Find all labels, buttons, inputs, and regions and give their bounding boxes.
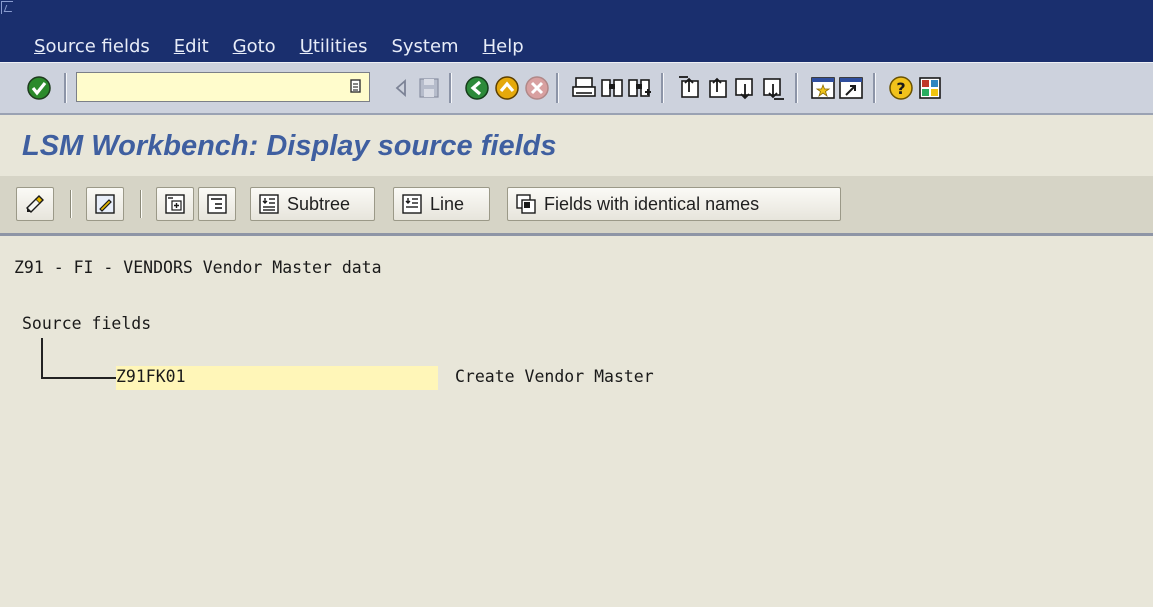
toolbar-separator <box>795 73 798 103</box>
toolbar-separator <box>70 190 72 218</box>
layout-menu-icon[interactable] <box>917 75 943 101</box>
help-icon[interactable]: ? <box>888 75 914 101</box>
collapse-button[interactable] <box>198 187 236 221</box>
menu-source-fields[interactable]: Source fields <box>34 36 150 57</box>
fields-identical-names-button[interactable]: Fields with identical names <box>507 187 841 221</box>
previous-page-icon[interactable] <box>704 75 730 101</box>
save-icon[interactable] <box>416 75 442 101</box>
toolbar-separator <box>556 73 559 103</box>
subtree-button[interactable]: Subtree <box>250 187 375 221</box>
application-toolbar: Subtree Line Fields with identical names <box>0 176 1153 236</box>
menu-items: Source fields Edit Goto Utilities System… <box>34 36 548 57</box>
next-page-icon[interactable] <box>732 75 758 101</box>
other-object-button[interactable] <box>86 187 124 221</box>
identical-names-icon <box>516 194 536 214</box>
toolbar-separator <box>140 190 142 218</box>
command-input[interactable] <box>77 73 335 101</box>
object-title: Z91 - FI - VENDORS Vendor Master data <box>14 258 382 277</box>
line-label: Line <box>430 193 465 214</box>
edit-icon <box>95 194 115 214</box>
command-dropdown-icon[interactable] <box>349 78 363 95</box>
svg-text:?: ? <box>896 79 905 98</box>
enter-icon[interactable] <box>26 75 52 101</box>
subtree-icon <box>259 194 279 214</box>
menu-system[interactable]: System <box>391 36 458 57</box>
subtree-label: Subtree <box>287 193 351 214</box>
expand-button[interactable] <box>156 187 194 221</box>
toolbar-separator <box>661 73 664 103</box>
tree-node-description: Create Vendor Master <box>455 367 654 386</box>
page-title: LSM Workbench: Display source fields <box>22 130 557 162</box>
tree-node-id[interactable]: Z91FK01 <box>116 367 186 386</box>
menu-utilities[interactable]: Utilities <box>300 36 368 57</box>
menu-help[interactable]: Help <box>483 36 524 57</box>
tree-root-source-fields[interactable]: Source fields <box>22 314 151 333</box>
system-menu-icon[interactable] <box>1 1 13 14</box>
back-icon[interactable] <box>464 75 490 101</box>
display-change-button[interactable] <box>16 187 54 221</box>
menu-bar: Source fields Edit Goto Utilities System… <box>0 0 1153 62</box>
first-page-icon[interactable] <box>676 75 702 101</box>
tree-connector-horizontal <box>41 377 116 379</box>
toolbar-separator <box>449 73 452 103</box>
find-icon[interactable] <box>599 75 625 101</box>
find-next-icon[interactable] <box>626 75 652 101</box>
back-arrow-icon[interactable] <box>388 75 414 101</box>
create-shortcut-icon[interactable] <box>838 75 864 101</box>
command-field[interactable] <box>76 72 370 102</box>
tree-connector-vertical <box>41 338 43 378</box>
menu-goto[interactable]: Goto <box>233 36 276 57</box>
cancel-icon[interactable] <box>524 75 550 101</box>
create-session-icon[interactable] <box>810 75 836 101</box>
toolbar-separator <box>64 73 67 103</box>
exit-icon[interactable] <box>494 75 520 101</box>
collapse-icon <box>207 194 227 214</box>
display-change-icon <box>26 195 44 213</box>
menu-edit[interactable]: Edit <box>174 36 209 57</box>
identical-names-label: Fields with identical names <box>544 193 760 214</box>
expand-icon <box>165 194 185 214</box>
last-page-icon[interactable] <box>760 75 786 101</box>
toolbar-separator <box>873 73 876 103</box>
print-icon[interactable] <box>571 75 597 101</box>
standard-toolbar: ? <box>0 62 1153 115</box>
line-button[interactable]: Line <box>393 187 490 221</box>
line-icon <box>402 194 422 214</box>
